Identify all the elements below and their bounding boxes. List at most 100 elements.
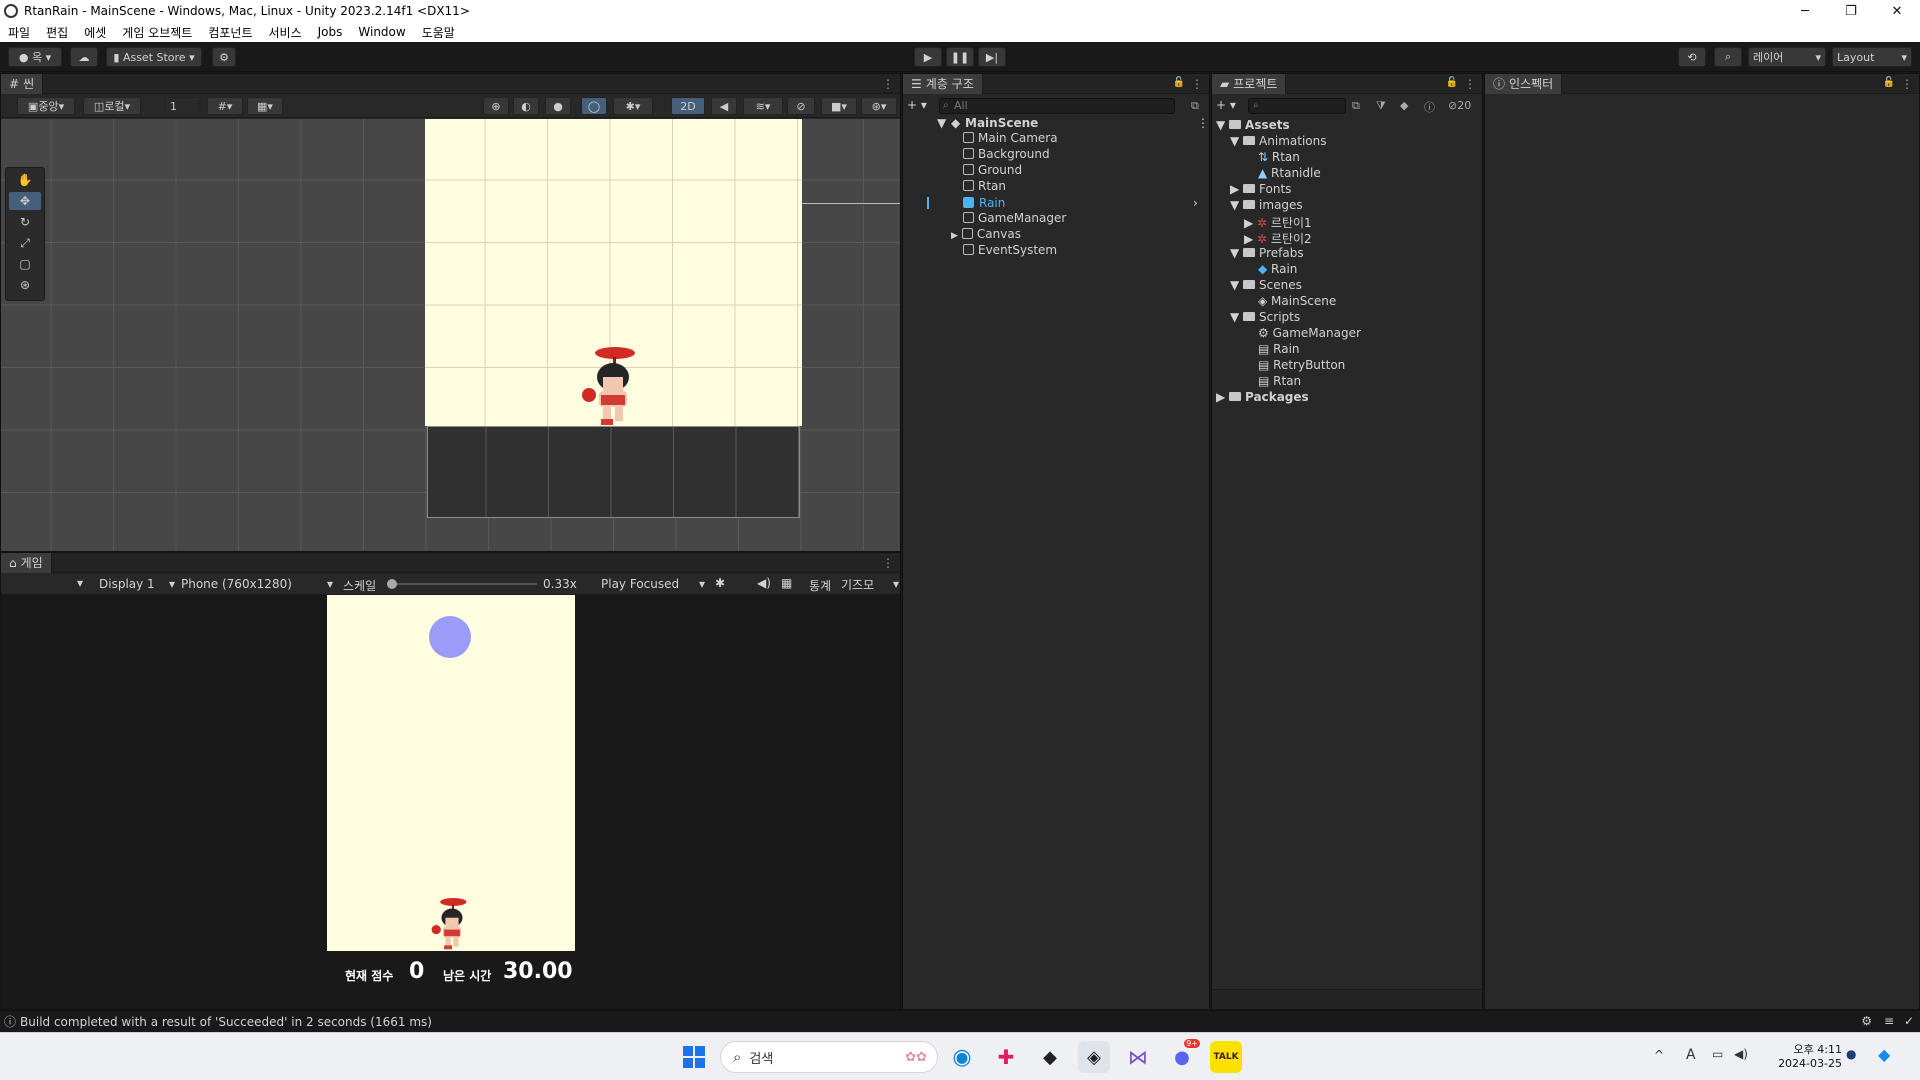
tree-item[interactable]: ⚙ GameManager <box>1258 326 1361 342</box>
start-button[interactable] <box>678 1041 710 1073</box>
scale-tool-button[interactable]: ⤢ <box>9 234 41 252</box>
list-item[interactable]: Rtan <box>963 179 1203 195</box>
create-button[interactable]: + ▾ <box>907 98 935 114</box>
tree-folder-animations[interactable]: ▼ Animations <box>1230 134 1326 150</box>
tree-item[interactable]: ▤ Rtan <box>1258 374 1301 390</box>
rect-tool-button[interactable]: ▢ <box>9 255 41 273</box>
menu-jobs[interactable]: Jobs <box>310 25 351 39</box>
copilot-icon[interactable]: ◆ <box>1878 1045 1890 1064</box>
pause-button[interactable]: ❚❚ <box>946 47 974 67</box>
tree-folder-packages[interactable]: ▶ Packages <box>1216 390 1309 406</box>
filter-icon[interactable]: ⧩ <box>1376 99 1386 113</box>
check-icon[interactable]: ✓ <box>1904 1014 1914 1028</box>
play-mode-dropdown[interactable]: Play Focused ▾ <box>601 575 705 593</box>
list-item[interactable]: Background <box>963 147 1203 163</box>
panel-menu-icon[interactable]: ⋮ <box>1901 77 1913 91</box>
list-item[interactable]: Ground <box>963 163 1203 179</box>
hidden-packages-count[interactable]: ⊘20 <box>1448 99 1471 112</box>
volume-icon[interactable]: ◀) <box>1734 1047 1748 1061</box>
unlit-button[interactable]: ◯ <box>581 97 607 115</box>
camera-dropdown[interactable]: ■▾ <box>821 97 857 115</box>
menu-services[interactable]: 서비스 <box>261 24 310 41</box>
undo-history-button[interactable]: ⟲ <box>1678 47 1706 67</box>
tab-scene[interactable]: # 씬 <box>1 73 44 94</box>
unity-editor-icon[interactable]: ◈ <box>1078 1041 1110 1073</box>
pivot-dropdown[interactable]: ▣ 중앙 ▾ <box>17 97 75 115</box>
keyboard-icon[interactable]: ▦ <box>781 576 792 590</box>
tree-item[interactable]: ▶ ✲ 르탄이2 <box>1244 230 1312 246</box>
hidden-objects-toggle[interactable]: ⊘ <box>787 97 815 115</box>
create-button[interactable]: + ▾ <box>1216 98 1244 114</box>
project-search-input[interactable]: ⌕ <box>1248 98 1346 114</box>
asset-store-button[interactable]: ▮ Asset Store ▾ <box>106 47 202 67</box>
step-button[interactable]: ▶| <box>978 47 1006 67</box>
display-dropdown[interactable]: Display 1 ▾ <box>99 575 175 593</box>
slack-icon[interactable]: ✚ <box>990 1041 1022 1073</box>
close-button[interactable]: ✕ <box>1874 0 1920 22</box>
label-icon[interactable]: ◆ <box>1400 99 1408 112</box>
tree-item[interactable]: ▤ Rain <box>1258 342 1300 358</box>
menu-assets[interactable]: 에셋 <box>76 24 114 41</box>
status-message[interactable]: Build completed with a result of 'Succee… <box>20 1015 432 1029</box>
cache-icon[interactable]: ≡ <box>1884 1014 1894 1028</box>
menu-component[interactable]: 컴포넌트 <box>200 24 260 41</box>
edge-icon[interactable]: ◉ <box>946 1041 978 1073</box>
scale-slider[interactable] <box>387 579 537 589</box>
tree-folder-assets[interactable]: ▼ Assets <box>1216 118 1290 134</box>
grid-visibility-toggle[interactable]: ▦▾ <box>247 97 283 115</box>
debug-dropdown[interactable]: ✱▾ <box>613 97 653 115</box>
tree-item[interactable]: ▤ RetryButton <box>1258 358 1345 374</box>
tab-hierarchy[interactable]: ☰ 계층 구조 <box>903 73 983 94</box>
lock-icon[interactable]: 🔓 <box>1883 77 1895 88</box>
clock[interactable]: 오후 4:11 2024-03-25 <box>1760 1041 1842 1070</box>
shaded-wire-button[interactable]: ◐ <box>513 97 539 115</box>
mute-audio-icon[interactable]: ◀) <box>757 576 771 590</box>
package-manager-button[interactable]: ⚙ <box>212 47 236 67</box>
list-item[interactable]: GameManager <box>963 211 1203 227</box>
chevron-right-icon[interactable]: ▶ <box>951 231 958 241</box>
lock-icon[interactable]: 🔓 <box>1446 77 1458 88</box>
tab-inspector[interactable]: ⓘ 인스펙터 <box>1485 73 1563 94</box>
grid-snap-input[interactable]: 1 <box>165 97 199 115</box>
tab-game[interactable]: ⌂ 게임 <box>1 552 52 573</box>
ground-object[interactable] <box>427 426 800 518</box>
view-tool-button[interactable]: ✋ <box>9 171 41 189</box>
resolution-dropdown[interactable]: Phone (760x1280) ▾ <box>181 575 333 593</box>
tree-folder-images[interactable]: ▼ images <box>1230 198 1303 214</box>
maximize-button[interactable]: ❐ <box>1828 0 1874 22</box>
shaded-button[interactable]: ● <box>545 97 571 115</box>
tree-item[interactable]: ▲ Rtanidle <box>1258 166 1321 182</box>
tree-folder-scripts[interactable]: ▼ Scripts <box>1230 310 1300 326</box>
chevron-up-icon[interactable]: ^ <box>1654 1048 1664 1062</box>
tree-item[interactable]: ◈ MainScene <box>1258 294 1336 310</box>
menu-help[interactable]: 도움말 <box>414 24 463 41</box>
layers-dropdown[interactable]: 레이어 ▾ <box>1748 47 1826 67</box>
account-button[interactable]: ● 옥 ▾ <box>8 47 62 67</box>
network-icon[interactable]: ▭ <box>1712 1047 1723 1061</box>
info-icon[interactable]: ⓘ <box>1424 99 1435 115</box>
move-tool-button[interactable]: ✥ <box>9 192 41 210</box>
mode-2d-toggle[interactable]: 2D <box>671 97 705 115</box>
chevron-right-icon[interactable]: › <box>1193 196 1198 210</box>
hierarchy-search-input[interactable]: All <box>939 98 1175 114</box>
menu-gameobject[interactable]: 게임 오브젝트 <box>114 24 200 41</box>
tree-folder-prefabs[interactable]: ▼ Prefabs <box>1230 246 1304 262</box>
chevron-down-icon[interactable]: ▾ <box>77 576 83 590</box>
tree-folder-fonts[interactable]: ▶ Fonts <box>1230 182 1291 198</box>
panel-menu-icon[interactable]: ⋮ <box>1191 77 1203 91</box>
audio-toggle[interactable]: ◀ <box>711 97 737 115</box>
fx-dropdown[interactable]: ≋▾ <box>743 97 783 115</box>
unity-hub-icon[interactable]: ◆ <box>1034 1041 1066 1073</box>
menu-window[interactable]: Window <box>350 25 413 39</box>
gizmos-dropdown[interactable]: ⊛▾ <box>861 97 897 115</box>
panel-menu-icon[interactable]: ⋮ <box>1464 77 1476 91</box>
scale-slider-handle[interactable] <box>387 579 397 589</box>
kebab-icon[interactable]: ⋮ <box>1197 116 1209 130</box>
tree-item[interactable]: ▶ ✲ 르탄이1 <box>1244 214 1312 230</box>
bake-icon[interactable]: ⚙ <box>1861 1014 1872 1028</box>
scene-row[interactable]: ▼ ◆ MainScene ⋮ <box>937 115 1209 131</box>
game-viewport[interactable]: 현재 점수 0 남은 시간 30.00 <box>1 595 900 1009</box>
menu-edit[interactable]: 편집 <box>38 24 76 41</box>
grid-toggle[interactable]: #▾ <box>207 97 243 115</box>
tree-folder-scenes[interactable]: ▼ Scenes <box>1230 278 1302 294</box>
